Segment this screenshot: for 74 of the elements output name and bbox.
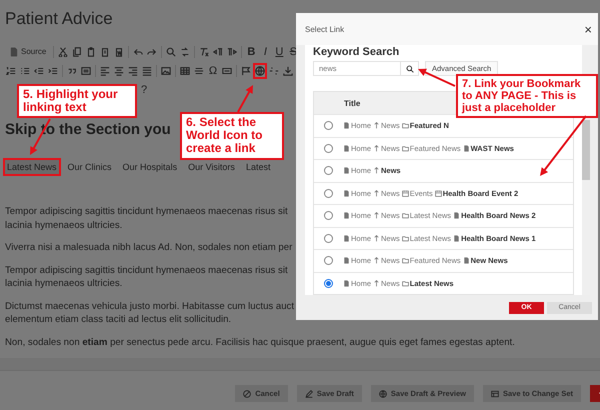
document-icon	[343, 122, 350, 130]
document-icon	[462, 144, 470, 152]
document-icon	[343, 190, 350, 197]
window-icon	[490, 390, 499, 398]
bold-button[interactable]: B	[245, 44, 258, 60]
radio-button[interactable]	[324, 211, 333, 220]
document-icon	[453, 234, 460, 242]
branch-icon	[373, 234, 380, 242]
paragraph-text: elementum etiam class taciti ad lectus elit sollicitudin.	[5, 313, 232, 326]
folder-icon	[402, 257, 409, 264]
arrow	[540, 115, 587, 176]
paragraph-text: lacinia hymenaeos ultricies.	[5, 277, 122, 290]
paragraph-text: Tempor adipiscing sagittis tincidunt hymenaeos maecenas risus sit	[5, 264, 288, 277]
callout-note: 6. Select the World Icon to create a link	[180, 112, 284, 160]
calendar-icon	[402, 190, 409, 197]
document-icon	[343, 234, 350, 242]
search-button[interactable]	[401, 61, 419, 76]
radio-button[interactable]	[324, 121, 333, 130]
branch-icon	[373, 144, 380, 152]
nav-link[interactable]: Latest News	[5, 160, 59, 174]
paragraph-text: Viverra nisi a malesuada nibh lacus Ad. Non, sodales non etiam per	[5, 241, 292, 254]
folder-icon	[402, 144, 409, 152]
scrollbar-thumb[interactable]	[582, 120, 590, 180]
dialog-title: Select Link	[305, 24, 344, 34]
radio-button[interactable]	[324, 144, 333, 153]
cancel-icon	[243, 390, 252, 398]
italic-button[interactable]: I	[259, 44, 272, 60]
callout-note: 7. Link your Bookmark to ANY PAGE - This is just a placeholder	[456, 74, 598, 118]
search-icon	[406, 64, 414, 72]
radio-button[interactable]	[324, 278, 333, 288]
document-icon	[343, 167, 350, 174]
document-icon	[343, 257, 350, 264]
paragraph-text: Dictumst maecenas vehicula justo morbi. Habitasse cum luctus auct	[5, 300, 294, 313]
source-button[interactable]: Source	[5, 44, 50, 60]
document-icon	[343, 144, 350, 152]
page-title: Patient Advice	[5, 9, 113, 29]
radio-button[interactable]	[324, 234, 333, 243]
document-icon	[9, 46, 19, 56]
branch-icon	[373, 280, 380, 287]
document-icon	[462, 257, 470, 264]
document-icon	[453, 212, 460, 220]
globe-icon	[378, 390, 387, 398]
nav-link[interactable]: Our Hospitals	[120, 160, 180, 174]
edit-icon	[304, 390, 313, 398]
document-icon	[343, 280, 350, 287]
nav-link[interactable]: Latest	[244, 160, 272, 174]
branch-icon	[373, 167, 380, 174]
folder-icon	[402, 234, 409, 242]
paragraph-text: lacinia hymenaeos ultricies.	[5, 218, 122, 232]
arrow	[237, 85, 253, 112]
underline-button[interactable]: U	[273, 44, 286, 60]
folder-icon	[402, 212, 409, 220]
branch-icon	[373, 190, 380, 197]
paragraph-text: Non, sodales non etiam per senectus pede arcu. Facilisis hac quisque praesent, augue quis eget fames egestas aptent.	[5, 336, 515, 349]
close-button[interactable]: ×	[584, 22, 592, 36]
radio-button[interactable]	[324, 166, 333, 176]
nav-link[interactable]: Our Visitors	[186, 160, 237, 174]
nav-link[interactable]: Our Clinics	[66, 160, 114, 174]
toolbar-button[interactable]: ?	[138, 82, 150, 98]
calendar-icon	[434, 190, 442, 197]
branch-icon	[373, 257, 380, 264]
folder-icon	[402, 280, 409, 287]
branch-icon	[373, 212, 380, 220]
section-heading: Keyword Search	[313, 46, 400, 58]
radio-button[interactable]	[324, 256, 333, 266]
document-icon	[343, 212, 350, 220]
branch-icon	[373, 122, 380, 130]
paragraph-text: Tempor adipiscing sagittis tincidunt hymenaeos maecenas risus sit	[5, 205, 288, 218]
globe-icon[interactable]	[253, 62, 267, 78]
folder-icon	[402, 122, 409, 130]
column-header: Title	[344, 98, 360, 108]
radio-button[interactable]	[324, 188, 333, 198]
toolbar-button[interactable]: Ω	[207, 62, 219, 78]
callout-note: 5. Highlight your linking text	[17, 84, 137, 118]
